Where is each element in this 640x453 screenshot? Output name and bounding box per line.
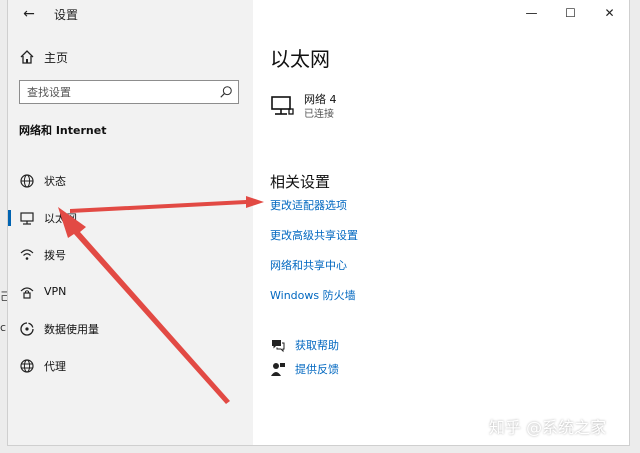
network-connection-item[interactable]: 网络 4 已连接 xyxy=(270,92,337,122)
feedback-link[interactable]: 提供反馈 xyxy=(295,361,339,377)
home-icon xyxy=(20,50,34,64)
sidebar-item-label: 状态 xyxy=(44,174,66,188)
change-adapter-options-link[interactable]: 更改适配器选项 xyxy=(270,197,347,213)
selection-indicator xyxy=(8,210,11,226)
edge-glyph: c xyxy=(0,321,7,334)
main-content: 以太网 网络 4 已连接 相关设置 更改适配器选项 更改高级共享设置 网络和共享… xyxy=(253,0,629,445)
ethernet-monitor-icon xyxy=(271,96,294,115)
page-title: 以太网 xyxy=(270,47,330,71)
back-arrow-icon[interactable]: ← xyxy=(19,5,39,23)
network-sharing-center-link[interactable]: 网络和共享中心 xyxy=(270,257,347,273)
sidebar-item-label: 拨号 xyxy=(44,248,66,262)
search-icon[interactable] xyxy=(219,85,233,99)
feedback-row[interactable]: 提供反馈 xyxy=(270,361,339,377)
help-chat-icon xyxy=(272,340,285,353)
home-nav-item[interactable]: 主页 xyxy=(19,47,68,67)
sidebar-item-label: 以太网 xyxy=(44,211,77,225)
change-advanced-sharing-link[interactable]: 更改高级共享设置 xyxy=(270,227,358,243)
watermark: 知乎 @系统之家 xyxy=(489,418,607,437)
search-box[interactable] xyxy=(19,80,239,104)
sidebar-item-proxy[interactable]: 代理 xyxy=(8,347,253,384)
network-name: 网络 4 xyxy=(304,93,337,106)
get-help-row[interactable]: 获取帮助 xyxy=(270,337,339,353)
related-settings-title: 相关设置 xyxy=(270,173,331,191)
settings-window: ← 设置 主页 网络和 Internet xyxy=(7,0,630,446)
sidebar-item-label: VPN xyxy=(44,285,67,298)
proxy-globe-icon xyxy=(20,358,34,373)
vpn-icon xyxy=(20,286,34,299)
search-input[interactable] xyxy=(20,81,217,104)
get-help-link[interactable]: 获取帮助 xyxy=(295,337,339,353)
ethernet-monitor-icon xyxy=(20,211,34,225)
window-title: 设置 xyxy=(54,8,79,22)
dialup-icon xyxy=(20,248,34,260)
sidebar: ← 设置 主页 网络和 Internet xyxy=(8,0,253,445)
feedback-person-icon xyxy=(271,363,285,376)
sidebar-nav: 状态 以太网 拨号 VPN 数据使用量 代理 xyxy=(8,162,253,384)
sidebar-item-data-usage[interactable]: 数据使用量 xyxy=(8,310,253,347)
network-status: 已连接 xyxy=(304,109,334,120)
section-title: 网络和 Internet xyxy=(19,124,107,137)
sidebar-item-vpn[interactable]: VPN xyxy=(8,273,253,310)
home-label: 主页 xyxy=(44,50,69,65)
sidebar-item-label: 代理 xyxy=(44,359,66,373)
data-usage-icon xyxy=(20,321,34,336)
sidebar-item-label: 数据使用量 xyxy=(44,322,99,336)
sidebar-item-status[interactable]: 状态 xyxy=(8,162,253,199)
sidebar-item-dialup[interactable]: 拨号 xyxy=(8,236,253,273)
sidebar-item-ethernet[interactable]: 以太网 xyxy=(8,199,253,236)
windows-firewall-link[interactable]: Windows 防火墙 xyxy=(270,287,356,303)
status-globe-icon xyxy=(20,173,34,188)
